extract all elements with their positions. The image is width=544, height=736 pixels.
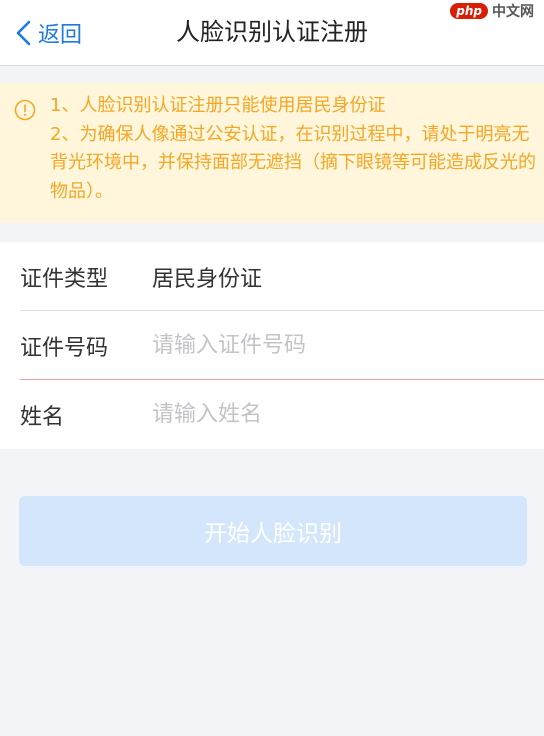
id-number-row: 证件号码 [20, 311, 544, 380]
registration-form: 证件类型 居民身份证 证件号码 姓名 [0, 242, 544, 449]
id-number-input[interactable] [152, 333, 512, 358]
id-type-label: 证件类型 [20, 266, 109, 292]
start-face-recognition-button[interactable]: 开始人脸识别 [19, 496, 527, 566]
watermark: php 中文网 [450, 0, 534, 22]
notice-line-1: 1、人脸识别认证注册只能使用居民身份证 [50, 95, 386, 116]
name-input[interactable] [152, 402, 512, 427]
id-number-label: 证件号码 [20, 335, 109, 361]
id-type-row[interactable]: 证件类型 居民身份证 [20, 242, 544, 311]
watermark-badge: php [450, 3, 488, 19]
navbar: 返回 人脸识别认证注册 php 中文网 [0, 0, 544, 66]
info-icon [14, 99, 36, 121]
notice-line-2: 2、为确保人像通过公安认证，在识别过程中，请处于明亮无背光环境中，并保持面部无遮… [50, 123, 536, 202]
name-row: 姓名 [20, 380, 544, 449]
notice-banner: 1、人脸识别认证注册只能使用居民身份证 2、为确保人像通过公安认证，在识别过程中… [0, 83, 544, 223]
watermark-text: 中文网 [492, 4, 534, 20]
name-label: 姓名 [20, 404, 65, 430]
id-type-value: 居民身份证 [152, 266, 263, 292]
